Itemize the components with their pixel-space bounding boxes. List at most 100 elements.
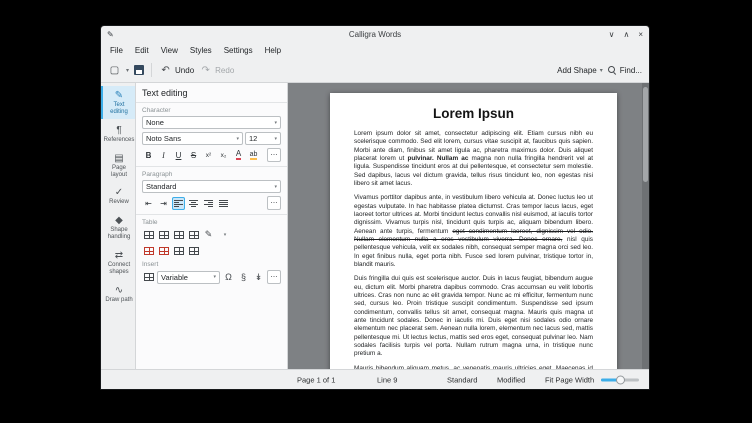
align-center-button[interactable] xyxy=(187,197,200,210)
delete-row-button[interactable] xyxy=(142,244,155,257)
insert-pagebreak-button[interactable]: ↡ xyxy=(252,271,265,284)
table-section-label: Table xyxy=(142,219,158,226)
align-left-button[interactable] xyxy=(172,196,185,210)
new-document-chevron-icon[interactable]: ▾ xyxy=(126,67,129,74)
document-paragraph: Vivamus porttitor dapibus ante, in vesti… xyxy=(354,194,593,268)
menu-edit[interactable]: Edit xyxy=(129,46,155,55)
menu-file[interactable]: File xyxy=(104,46,129,55)
italic-button[interactable]: I xyxy=(157,149,170,162)
insert-row-below-icon xyxy=(158,230,169,239)
split-cells-button[interactable] xyxy=(187,244,200,257)
sidebar-tab-review[interactable]: ✓ Review xyxy=(101,183,135,209)
menu-settings[interactable]: Settings xyxy=(218,46,259,55)
decrease-indent-button[interactable]: ⇤ xyxy=(142,197,155,210)
sidebar-tab-label: Connect shapes xyxy=(107,262,131,276)
sidebar-tab-label: Shape handling xyxy=(107,227,131,241)
review-icon: ✓ xyxy=(114,187,124,199)
merge-cells-button[interactable] xyxy=(172,244,185,257)
menu-styles[interactable]: Styles xyxy=(184,46,218,55)
increase-indent-button[interactable]: ⇥ xyxy=(157,197,170,210)
character-more-button[interactable]: ⋯ xyxy=(267,148,281,162)
panel-divider xyxy=(136,166,287,167)
align-justify-icon xyxy=(219,199,228,208)
underline-button[interactable]: U xyxy=(172,149,185,162)
close-button[interactable]: × xyxy=(638,30,643,39)
sidebar-tab-connect-shapes[interactable]: ⇄ Connect shapes xyxy=(101,246,135,279)
panel-divider xyxy=(136,102,287,103)
align-right-icon xyxy=(204,199,213,208)
sidebar-tab-shape-handling[interactable]: ◆ Shape handling xyxy=(101,211,135,244)
titlebar[interactable]: ✎ Calligra Words ∨ ∧ × xyxy=(101,26,649,43)
paragraph-more-button[interactable]: ⋯ xyxy=(267,196,281,210)
insert-column-right-button[interactable] xyxy=(187,228,200,241)
add-shape-label: Add Shape xyxy=(557,65,597,75)
align-justify-button[interactable] xyxy=(217,197,230,210)
highlight-color-button[interactable]: ab xyxy=(247,149,260,162)
find-label: Find... xyxy=(619,65,642,75)
document-body: Lorem ipsum dolor sit amet, consectetur … xyxy=(354,130,593,369)
minimize-button[interactable]: ∨ xyxy=(609,30,615,39)
paragraph-section-label: Paragraph xyxy=(142,171,173,178)
add-shape-button[interactable]: Add Shape ▾ xyxy=(557,66,603,75)
zoom-slider-knob[interactable] xyxy=(616,375,625,384)
status-line-indicator: Line 9 xyxy=(377,375,398,384)
section-icon: § xyxy=(240,271,246,282)
font-color-button[interactable]: A xyxy=(232,149,245,162)
maximize-button[interactable]: ∧ xyxy=(623,30,629,39)
status-style-indicator[interactable]: Standard xyxy=(447,375,477,384)
panel-divider xyxy=(136,214,287,215)
document-canvas[interactable]: Lorem Ipsun Lorem ipsum dolor sit amet, … xyxy=(288,83,649,369)
insert-column-left-button[interactable] xyxy=(172,228,185,241)
insert-column-left-icon xyxy=(173,230,184,239)
sidebar-tab-references[interactable]: ¶ References xyxy=(101,121,135,147)
strikethrough-button[interactable]: S xyxy=(187,149,200,162)
font-family-select[interactable]: Noto Sans ▾ xyxy=(142,132,243,145)
superscript-button[interactable]: x² xyxy=(202,149,215,162)
font-size-select[interactable]: 12 ▾ xyxy=(245,132,281,145)
page-layout-icon: ▤ xyxy=(114,152,124,164)
insert-row-below-button[interactable] xyxy=(157,228,170,241)
document-page[interactable]: Lorem Ipsun Lorem ipsum dolor sit amet, … xyxy=(330,93,617,369)
save-icon[interactable] xyxy=(134,65,145,75)
insert-table-button[interactable] xyxy=(142,271,155,284)
menu-help[interactable]: Help xyxy=(259,46,287,55)
insert-special-character-button[interactable]: Ω xyxy=(222,271,235,284)
scrollbar-thumb[interactable] xyxy=(643,87,648,182)
main-toolbar: ▢ ▾ ↶ Undo ↷ Redo Add Shape ▾ Find... xyxy=(101,58,649,83)
sidebar-tab-label: Draw path xyxy=(105,296,133,303)
bold-button[interactable]: B xyxy=(142,149,155,162)
character-style-select[interactable]: None ▾ xyxy=(142,116,281,129)
pencil-icon: ✎ xyxy=(114,90,124,101)
tool-tabstrip: ✎ Text editing ¶ References ▤ Page layout ✓ Rev… xyxy=(101,83,136,369)
sidebar-tab-text-editing[interactable]: ✎ Text editing xyxy=(101,86,135,119)
split-cells-icon xyxy=(188,246,199,255)
add-shape-chevron-icon: ▾ xyxy=(599,67,603,74)
paragraph-style-select[interactable]: Standard ▾ xyxy=(142,180,281,193)
delete-column-button[interactable] xyxy=(157,244,170,257)
menu-view[interactable]: View xyxy=(155,46,184,55)
special-character-icon: Ω xyxy=(225,271,232,282)
sidebar-tab-page-layout[interactable]: ▤ Page layout xyxy=(101,149,135,182)
references-icon: ¶ xyxy=(116,124,122,136)
sidebar-tab-draw-path[interactable]: ∿ Draw path xyxy=(101,281,135,307)
draw-path-icon: ∿ xyxy=(114,284,124,296)
subscript-button[interactable]: x₂ xyxy=(217,149,230,162)
undo-button[interactable]: ↶ Undo xyxy=(159,64,194,77)
insert-row-above-button[interactable] xyxy=(142,228,155,241)
chevron-down-icon: ▾ xyxy=(223,231,227,238)
insert-variable-select[interactable]: Variable ▾ xyxy=(157,270,220,284)
redo-button[interactable]: ↷ Redo xyxy=(199,64,234,77)
delete-row-icon xyxy=(143,246,154,255)
table-border-button[interactable]: ✎ xyxy=(202,228,215,241)
insert-more-button[interactable]: ⋯ xyxy=(267,270,281,284)
align-right-button[interactable] xyxy=(202,197,215,210)
vertical-scrollbar[interactable] xyxy=(642,83,649,369)
table-border-chevron-button[interactable]: ▾ xyxy=(217,228,230,241)
new-document-icon[interactable]: ▢ xyxy=(108,64,121,77)
insert-section-button[interactable]: § xyxy=(237,271,250,284)
document-paragraph: Lorem ipsum dolor sit amet, consectetur … xyxy=(354,130,594,187)
zoom-mode-select[interactable]: Fit Page Width xyxy=(545,375,594,384)
find-button[interactable]: Find... xyxy=(607,65,642,75)
search-icon xyxy=(607,65,617,75)
shape-icon: ◆ xyxy=(115,215,123,227)
